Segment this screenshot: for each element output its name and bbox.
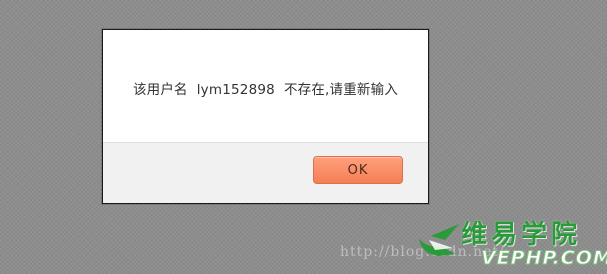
dialog-body: 该用户名 lym152898 不存在,请重新输入 bbox=[103, 30, 428, 143]
ok-button[interactable]: OK bbox=[313, 156, 403, 184]
modal-overlay: 该用户名 lym152898 不存在,请重新输入 OK http://blog.… bbox=[0, 0, 607, 274]
logo-arrow-icon bbox=[419, 224, 459, 256]
alert-dialog: 该用户名 lym152898 不存在,请重新输入 OK bbox=[102, 29, 429, 204]
vephp-logo: 维易学院 VEPHP.COM bbox=[415, 214, 607, 272]
dialog-footer: OK bbox=[103, 142, 428, 203]
logo-english-text: VEPHP.COM bbox=[481, 247, 607, 270]
alert-message: 该用户名 lym152898 不存在,请重新输入 bbox=[132, 82, 399, 98]
logo-chinese-text: 维易学院 bbox=[461, 220, 582, 250]
